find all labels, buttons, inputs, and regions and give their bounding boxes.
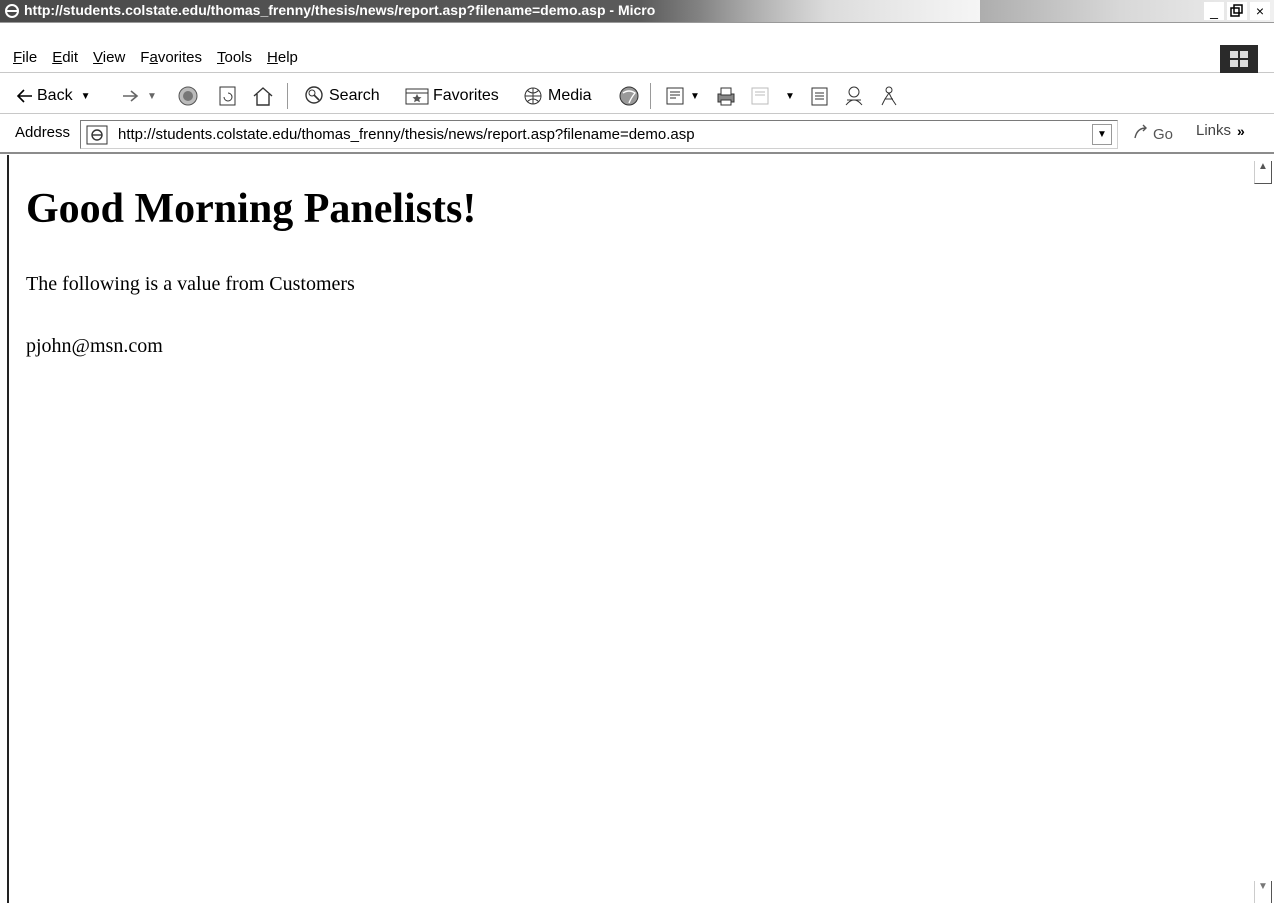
page-text: The following is a value from Customers (26, 273, 355, 295)
standard-toolbar: Back ▼ ▼ Search Favorites Media ▼ ▼ (0, 79, 1274, 114)
window-controls: _ × (1204, 2, 1270, 20)
favorites-icon (404, 86, 430, 106)
title-fade (640, 0, 980, 22)
back-button[interactable]: Back ▼ (16, 84, 90, 108)
media-button[interactable]: Media (521, 84, 592, 108)
stop-button[interactable] (177, 84, 199, 108)
links-chevron-icon: » (1237, 122, 1245, 139)
search-icon (302, 85, 326, 107)
menu-help[interactable]: Help (260, 48, 306, 68)
mail-button[interactable]: ▼ (664, 84, 700, 108)
toolbar-separator-2 (650, 83, 652, 109)
history-icon (616, 85, 642, 107)
research-icon (878, 85, 900, 107)
menu-bar: File Edit View Favorites Tools Help (0, 44, 1274, 73)
home-button[interactable] (251, 84, 275, 108)
page-icon (86, 125, 108, 150)
messenger-icon (843, 85, 865, 107)
restore-button[interactable] (1227, 2, 1247, 20)
media-icon (521, 85, 545, 107)
address-url[interactable]: http://students.colstate.edu/thomas_fren… (118, 126, 695, 143)
research-button[interactable] (878, 84, 900, 108)
address-bar: Address http://students.colstate.edu/tho… (0, 116, 1274, 154)
minimize-button[interactable]: _ (1204, 2, 1224, 20)
menu-edit[interactable]: Edit (45, 48, 86, 68)
customer-email: pjohn@msn.com (26, 335, 163, 357)
toolbar-separator (287, 83, 289, 109)
edit-icon (749, 85, 773, 107)
go-arrow-icon (1132, 123, 1150, 145)
scroll-down-icon[interactable]: ▼ (1254, 881, 1272, 903)
scroll-up-icon[interactable]: ▲ (1254, 161, 1272, 184)
home-icon (251, 85, 275, 107)
favorites-button[interactable]: Favorites (404, 84, 499, 108)
menu-tools[interactable]: Tools (210, 48, 260, 68)
menu-view[interactable]: View (86, 48, 133, 68)
title-bar: http://students.colstate.edu/thomas_fren… (0, 0, 1274, 23)
address-dropdown-button[interactable]: ▼ (1092, 124, 1112, 145)
back-arrow-icon (16, 88, 34, 104)
windows-logo-icon (1220, 45, 1258, 73)
discuss-button[interactable] (809, 84, 831, 108)
ie-icon (4, 3, 20, 19)
address-input[interactable]: http://students.colstate.edu/thomas_fren… (80, 120, 1118, 149)
mail-icon (664, 85, 688, 107)
forward-arrow-icon (121, 88, 139, 104)
menu-file[interactable]: File (6, 48, 45, 68)
edit-dropdown-icon[interactable]: ▼ (785, 91, 795, 102)
page-heading: Good Morning Panelists! (26, 186, 477, 232)
refresh-button[interactable] (218, 84, 238, 108)
stop-icon (177, 85, 199, 107)
links-button[interactable]: Links » (1196, 122, 1245, 139)
edit-button[interactable]: ▼ (749, 84, 795, 108)
print-icon (714, 85, 738, 107)
window-title: http://students.colstate.edu/thomas_fren… (24, 2, 656, 18)
history-button[interactable] (616, 84, 642, 108)
menu-favorites[interactable]: Favorites (133, 48, 210, 68)
refresh-icon (218, 85, 238, 107)
address-label: Address (15, 124, 71, 141)
forward-dropdown-icon[interactable]: ▼ (147, 91, 157, 102)
go-button[interactable]: Go (1132, 123, 1173, 145)
print-button[interactable] (714, 84, 738, 108)
back-dropdown-icon[interactable]: ▼ (81, 91, 91, 102)
messenger-button[interactable] (843, 84, 865, 108)
page-content: Good Morning Panelists! The following is… (7, 155, 1274, 903)
forward-button[interactable]: ▼ (121, 84, 157, 108)
discuss-icon (809, 85, 831, 107)
mail-dropdown-icon[interactable]: ▼ (690, 91, 700, 102)
close-button[interactable]: × (1250, 2, 1270, 20)
search-button[interactable]: Search (302, 84, 380, 108)
